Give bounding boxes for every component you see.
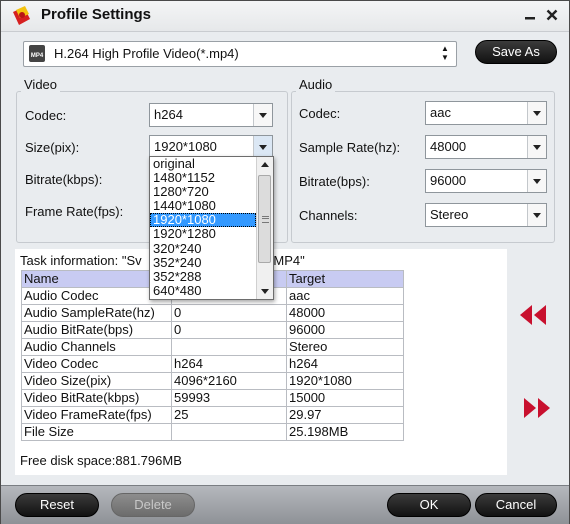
video-group-label: Video <box>21 77 61 92</box>
table-cell: Audio Channels <box>21 338 172 356</box>
dropdown-scrollbar[interactable] <box>256 157 273 299</box>
video-bitrate-label: Bitrate(kbps): <box>25 172 103 187</box>
table-cell: 48000 <box>286 304 404 322</box>
save-as-button[interactable]: Save As <box>475 40 557 64</box>
cancel-button[interactable]: Cancel <box>475 493 557 517</box>
table-cell: Video FrameRate(fps) <box>21 406 172 424</box>
audio-codec-value: aac <box>430 105 451 120</box>
table-cell: Video Size(pix) <box>21 372 172 390</box>
table-header-cell: Target <box>286 270 404 288</box>
size-option[interactable]: 1920*1280 <box>150 227 256 241</box>
size-option[interactable]: 352*288 <box>150 269 256 284</box>
audio-channels-select[interactable]: Stereo <box>425 203 547 227</box>
table-cell: h264 <box>286 355 404 373</box>
size-dropdown-list[interactable]: original 1480*1152 1280*720 1440*1080 1920*1… <box>149 156 274 300</box>
bottom-bar: Reset Delete OK Cancel <box>1 485 569 524</box>
profile-select[interactable]: MP4 H.264 High Profile Video(*.mp4) ▲ ▼ <box>23 41 457 67</box>
table-cell <box>171 423 287 441</box>
audio-codec-select[interactable]: aac <box>425 101 547 125</box>
delete-button[interactable]: Delete <box>111 493 195 517</box>
close-button[interactable] <box>542 5 562 25</box>
app-logo-icon <box>13 6 30 25</box>
table-cell: 15000 <box>286 389 404 407</box>
forward-arrows-icon[interactable] <box>523 397 553 419</box>
table-cell: Audio SampleRate(hz) <box>21 304 172 322</box>
audio-codec-label: Codec: <box>299 106 341 121</box>
video-codec-label: Codec: <box>25 108 67 123</box>
table-cell: aac <box>286 287 404 305</box>
video-codec-select[interactable]: h264 <box>149 103 273 127</box>
title-bar: Profile Settings <box>1 1 569 32</box>
video-codec-value: h264 <box>154 107 183 122</box>
size-option[interactable]: 1440*1080 <box>150 199 256 213</box>
table-cell: h264 <box>171 355 287 373</box>
audio-channels-label: Channels: <box>299 208 358 223</box>
audio-bitrate-select[interactable]: 96000 <box>425 169 547 193</box>
chevron-down-icon <box>527 170 546 192</box>
audio-bitrate-label: Bitrate(bps): <box>299 174 370 189</box>
table-cell: 1920*1080 <box>286 372 404 390</box>
video-size-value: 1920*1080 <box>154 139 217 154</box>
chevron-down-icon <box>253 104 272 126</box>
table-cell: 29.97 <box>286 406 404 424</box>
table-row: Video FrameRate(fps) 25 29.97 <box>21 406 404 424</box>
table-cell: File Size <box>21 423 172 441</box>
scroll-down-icon[interactable] <box>257 283 273 299</box>
audio-channels-value: Stereo <box>430 207 469 222</box>
video-framerate-label: Frame Rate(fps): <box>25 204 124 219</box>
table-cell: 0 <box>171 304 287 322</box>
table-row: Audio SampleRate(hz) 0 48000 <box>21 304 404 322</box>
table-cell: 25 <box>171 406 287 424</box>
profile-value: H.264 High Profile Video(*.mp4) <box>54 46 239 61</box>
table-cell: 96000 <box>286 321 404 339</box>
scroll-up-icon[interactable] <box>257 157 273 173</box>
size-options: original 1480*1152 1280*720 1440*1080 1920*1… <box>150 156 256 298</box>
table-row: Video BitRate(kbps) 59993 15000 <box>21 389 404 407</box>
table-row: File Size 25.198MB <box>21 423 404 441</box>
chevron-down-icon <box>527 102 546 124</box>
minimize-button[interactable] <box>520 5 540 25</box>
audio-samplerate-label: Sample Rate(hz): <box>299 140 401 155</box>
video-size-label: Size(pix): <box>25 140 80 155</box>
table-cell: Video BitRate(kbps) <box>21 389 172 407</box>
size-option[interactable]: 320*240 <box>150 241 256 256</box>
chevron-down-icon <box>527 204 546 226</box>
ok-button[interactable]: OK <box>387 493 471 517</box>
reset-button[interactable]: Reset <box>15 493 99 517</box>
audio-samplerate-select[interactable]: 48000 <box>425 135 547 159</box>
size-option[interactable]: 1280*720 <box>150 185 256 199</box>
profile-settings-window: Profile Settings MP4 H.264 High Profile … <box>0 0 570 524</box>
chevron-down-icon <box>253 136 272 158</box>
table-row: Video Size(pix) 4096*2160 1920*1080 <box>21 372 404 390</box>
up-down-arrows-icon: ▲ ▼ <box>441 44 449 62</box>
table-cell: 25.198MB <box>286 423 404 441</box>
scroll-thumb[interactable] <box>258 175 271 263</box>
size-option[interactable]: 352*240 <box>150 255 256 270</box>
table-row: Audio Channels Stereo <box>21 338 404 356</box>
audio-bitrate-value: 96000 <box>430 173 467 188</box>
mp4-file-icon: MP4 <box>29 45 45 62</box>
chevron-down-icon <box>527 136 546 158</box>
size-option[interactable]: 1480*1152 <box>150 171 256 185</box>
rewind-arrows-icon[interactable] <box>519 304 549 326</box>
table-cell <box>171 338 287 356</box>
table-cell: 4096*2160 <box>171 372 287 390</box>
table-cell: Audio BitRate(bps) <box>21 321 172 339</box>
size-option[interactable]: 1920*1080 <box>150 213 256 228</box>
size-option[interactable]: 640*480 <box>150 283 256 298</box>
table-cell: Stereo <box>286 338 404 356</box>
minimize-icon <box>525 17 535 20</box>
size-option[interactable]: original <box>150 156 256 171</box>
close-icon <box>546 9 558 21</box>
free-disk-space: Free disk space:881.796MB <box>20 453 182 468</box>
audio-samplerate-value: 48000 <box>430 139 467 154</box>
grip-icon <box>262 216 269 223</box>
audio-group-label: Audio <box>296 77 336 92</box>
table-cell: 59993 <box>171 389 287 407</box>
table-cell: Video Codec <box>21 355 172 373</box>
window-title: Profile Settings <box>41 6 152 23</box>
table-row: Audio BitRate(bps) 0 96000 <box>21 321 404 339</box>
table-cell: 0 <box>171 321 287 339</box>
table-row: Video Codec h264 h264 <box>21 355 404 373</box>
